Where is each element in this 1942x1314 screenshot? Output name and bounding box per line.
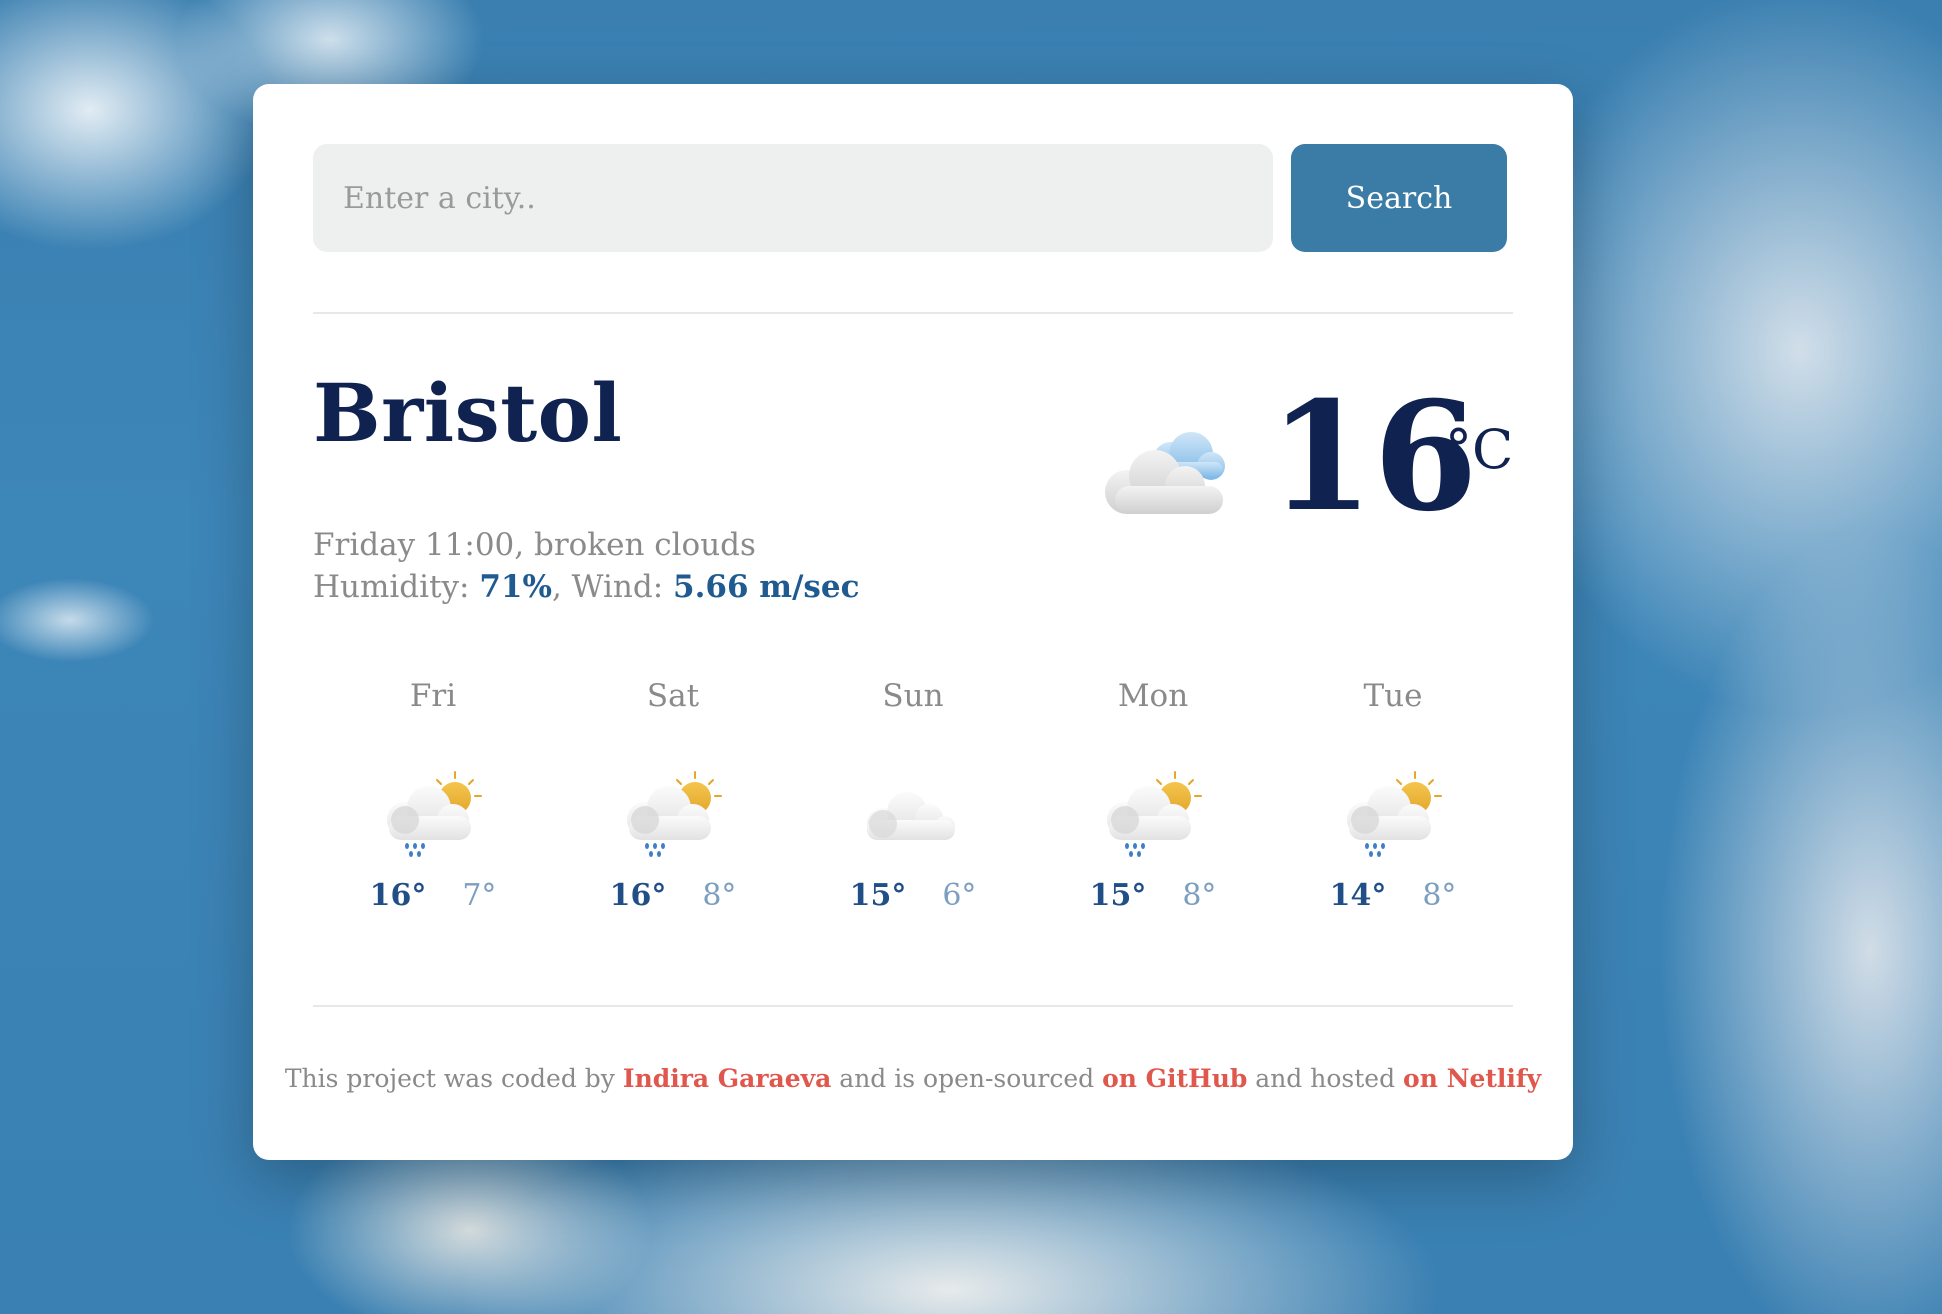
humidity-value: 71% xyxy=(479,569,552,605)
forecast-max-temp: 15° xyxy=(1089,878,1147,913)
datetime-description: Friday 11:00, broken clouds xyxy=(313,527,756,563)
current-details: Friday 11:00, broken clouds Humidity: 71… xyxy=(313,524,860,608)
city-name: Bristol xyxy=(313,366,623,460)
forecast-temps: 16° 7° xyxy=(313,878,553,913)
forecast-min-temp: 8° xyxy=(702,878,737,913)
divider xyxy=(313,312,1513,314)
forecast-day: Sun 15° 6° xyxy=(793,678,1033,958)
forecast-day-name: Fri xyxy=(409,678,457,714)
forecast-temps: 16° 8° xyxy=(553,878,793,913)
search-form: Search xyxy=(313,144,1513,252)
forecast-max-temp: 14° xyxy=(1329,878,1387,913)
sun-cloud-rain-icon xyxy=(383,768,483,858)
sun-cloud-rain-icon xyxy=(623,768,723,858)
forecast-temps: 15° 6° xyxy=(793,878,1033,913)
forecast-temps: 15° 8° xyxy=(1033,878,1273,913)
humidity-wind-line: Humidity: 71%, Wind: 5.66 m/sec xyxy=(313,566,860,608)
city-search-input[interactable] xyxy=(313,144,1273,252)
search-button[interactable]: Search xyxy=(1291,144,1507,252)
weather-card: Search Bristol Friday 11:00, broken clou… xyxy=(253,84,1573,1160)
forecast-day-name: Mon xyxy=(1117,678,1189,714)
forecast-max-temp: 16° xyxy=(609,878,667,913)
forecast-min-temp: 7° xyxy=(462,878,497,913)
github-link[interactable]: on GitHub xyxy=(1102,1064,1247,1093)
forecast-day-name: Tue xyxy=(1363,678,1423,714)
forecast-day: Fri 16° 7° xyxy=(313,678,553,958)
temperature-unit: °C xyxy=(1445,418,1514,481)
forecast-day-name: Sat xyxy=(646,678,700,714)
netlify-link[interactable]: on Netlify xyxy=(1403,1064,1541,1093)
wind-label: , Wind: xyxy=(551,569,674,605)
humidity-label: Humidity: xyxy=(313,569,480,605)
divider xyxy=(313,1005,1513,1007)
forecast-day: Tue 14° 8° xyxy=(1273,678,1513,958)
footer-text: and is open-sourced xyxy=(831,1064,1103,1093)
footer-text: This project was coded by xyxy=(284,1064,623,1093)
broken-clouds-icon xyxy=(1101,424,1231,524)
footer-text: and hosted xyxy=(1247,1064,1404,1093)
sun-cloud-rain-icon xyxy=(1343,768,1443,858)
forecast-day-name: Sun xyxy=(882,678,944,714)
forecast-day: Sat 16° 8° xyxy=(553,678,793,958)
wind-value: 5.66 m/sec xyxy=(673,569,860,605)
author-link[interactable]: Indira Garaeva xyxy=(623,1064,831,1093)
forecast-max-temp: 16° xyxy=(369,878,427,913)
footer: This project was coded by Indira Garaeva… xyxy=(253,1064,1573,1093)
cloud-icon xyxy=(863,768,963,858)
sun-cloud-rain-icon xyxy=(1103,768,1203,858)
forecast-min-temp: 8° xyxy=(1422,878,1457,913)
forecast-temps: 14° 8° xyxy=(1273,878,1513,913)
forecast-min-temp: 8° xyxy=(1182,878,1217,913)
forecast-min-temp: 6° xyxy=(942,878,977,913)
forecast-list: Fri 16° 7° Sat 16° 8° Sun 15° 6° Mon 15°… xyxy=(313,678,1513,958)
forecast-day: Mon 15° 8° xyxy=(1033,678,1273,958)
forecast-max-temp: 15° xyxy=(849,878,907,913)
